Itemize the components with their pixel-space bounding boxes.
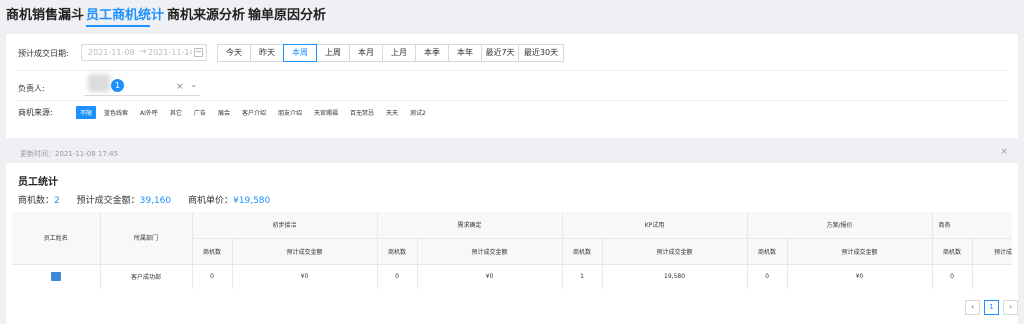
tab-employee-stats[interactable]: 员工商机统计 — [86, 4, 164, 23]
summary-row: 商机数：2 预计成交金额：39,160 商机单价：¥19,580 — [18, 193, 284, 206]
period-this-month-button[interactable]: 本月 — [349, 44, 383, 62]
sub-header: 预计成交金额 — [972, 238, 1012, 265]
tab-source-analysis[interactable]: 商机来源分析 — [167, 4, 245, 23]
source-option[interactable]: 百无禁忌 — [346, 106, 378, 119]
date-range-picker[interactable]: 2021-11-08 → 2021-11-14 — [81, 44, 207, 61]
sub-header: 商机数 — [562, 238, 603, 265]
period-today-button[interactable]: 今天 — [217, 44, 251, 62]
group-header: 需求确定 — [377, 212, 563, 239]
table-cell — [972, 264, 1012, 289]
sub-header: 商机数 — [932, 238, 973, 265]
summary-opportunity-count: 商机数：2 — [18, 196, 60, 206]
stats-table: 员工姓名 所属部门 初步接洽 需求确定 KP试用 方案/报价 商务 商机数 预计… — [12, 212, 1012, 289]
source-option[interactable]: AI外呼 — [136, 106, 162, 119]
period-this-week-button[interactable]: 本周 — [283, 44, 317, 62]
summary-unit-price: 商机单价：¥19,580 — [188, 196, 271, 206]
col-header-department: 所属部门 — [100, 212, 193, 265]
chevron-down-icon[interactable]: ⌄ — [190, 80, 198, 90]
source-option[interactable]: 其它 — [166, 106, 186, 119]
owner-select[interactable]: 1 × ⌄ — [84, 74, 200, 96]
table-cell: 19,580 — [602, 264, 748, 289]
page-1-button[interactable]: 1 — [984, 300, 999, 315]
employee-cell — [12, 264, 101, 289]
table-cell: 0 — [377, 264, 418, 289]
tab-bar: 商机销售漏斗 员工商机统计 商机来源分析 输单原因分析 — [0, 0, 1024, 34]
table-row: 客户成功部 0 ¥0 0 ¥0 1 19,580 0 ¥0 0 — [12, 264, 1012, 289]
col-header-employee: 员工姓名 — [12, 212, 101, 265]
clear-icon[interactable]: × — [176, 82, 184, 92]
table-cell: ¥0 — [232, 264, 378, 289]
source-label: 商机来源: — [18, 108, 53, 117]
period-last-month-button[interactable]: 上月 — [382, 44, 416, 62]
period-button-group: 今天 昨天 本周 上周 本月 上月 本季 本年 最近7天 最近30天 — [217, 44, 564, 62]
next-page-button[interactable]: › — [1003, 300, 1018, 315]
sub-header: 预计成交金额 — [602, 238, 748, 265]
sub-header: 预计成交金额 — [787, 238, 933, 265]
divider — [16, 100, 1008, 101]
source-options: 不限 蓝色线索 AI外呼 其它 广告 展会 客户介绍 朋友介绍 天官赐福 百无禁… — [76, 106, 434, 119]
sub-header: 商机数 — [192, 238, 233, 265]
period-yesterday-button[interactable]: 昨天 — [250, 44, 284, 62]
divider — [16, 70, 1008, 71]
date-label: 预计成交日期: — [18, 49, 69, 58]
department-cell: 客户成功部 — [100, 264, 193, 289]
source-option[interactable]: 测试2 — [406, 106, 430, 119]
sub-header: 预计成交金额 — [232, 238, 378, 265]
source-option[interactable]: 朋友介绍 — [274, 106, 306, 119]
summary-expected-amount: 预计成交金额：39,160 — [76, 196, 172, 206]
source-option-all[interactable]: 不限 — [76, 106, 97, 119]
sub-header: 商机数 — [747, 238, 788, 265]
calendar-icon — [194, 48, 203, 57]
sub-header: 商机数 — [377, 238, 418, 265]
group-header: 方案/报价 — [747, 212, 933, 239]
tab-loss-reason[interactable]: 输单原因分析 — [248, 4, 326, 23]
source-option[interactable]: 客户介绍 — [238, 106, 270, 119]
table-cell: 0 — [192, 264, 233, 289]
owner-label: 负责人: — [18, 84, 45, 93]
group-header: 商务 — [932, 212, 1012, 239]
filter-panel: 预计成交日期: 2021-11-08 → 2021-11-14 今天 昨天 本周… — [6, 34, 1018, 138]
owner-avatar — [88, 74, 110, 92]
group-header: 初步接洽 — [192, 212, 378, 239]
period-last-30-days-button[interactable]: 最近30天 — [518, 44, 564, 62]
sub-header: 预计成交金额 — [417, 238, 563, 265]
source-option[interactable]: 天官赐福 — [310, 106, 342, 119]
period-last-7-days-button[interactable]: 最近7天 — [481, 44, 519, 62]
source-option[interactable]: 展会 — [214, 106, 234, 119]
period-this-year-button[interactable]: 本年 — [448, 44, 482, 62]
update-info-bar: 更新时间：2021-11-08 17:45 × — [6, 146, 1018, 161]
active-tab-indicator — [86, 25, 150, 27]
table-cell: 0 — [747, 264, 788, 289]
source-option[interactable]: 天天 — [382, 106, 402, 119]
prev-page-button[interactable]: ‹ — [965, 300, 980, 315]
arrow-right-icon: → — [139, 47, 147, 57]
group-header: KP试用 — [562, 212, 748, 239]
table-cell: ¥0 — [787, 264, 933, 289]
employee-stats-card: 员工统计 商机数：2 预计成交金额：39,160 商机单价：¥19,580 员工… — [6, 163, 1018, 324]
date-start: 2021-11-08 — [88, 48, 135, 57]
source-option[interactable]: 广告 — [190, 106, 210, 119]
section-title: 员工统计 — [18, 177, 58, 188]
source-option[interactable]: 蓝色线索 — [100, 106, 132, 119]
stats-table-scroll[interactable]: 员工姓名 所属部门 初步接洽 需求确定 KP试用 方案/报价 商务 商机数 预计… — [12, 212, 1012, 289]
date-end: 2021-11-14 — [148, 48, 192, 57]
tab-sales-funnel[interactable]: 商机销售漏斗 — [6, 4, 84, 23]
period-last-week-button[interactable]: 上周 — [316, 44, 350, 62]
table-cell: 1 — [562, 264, 603, 289]
pagination: ‹ 1 › — [961, 300, 1018, 315]
table-cell: 0 — [932, 264, 973, 289]
employee-avatar — [50, 272, 61, 281]
close-icon[interactable]: × — [1000, 147, 1008, 157]
table-cell: ¥0 — [417, 264, 563, 289]
period-this-quarter-button[interactable]: 本季 — [415, 44, 449, 62]
update-time-text: 更新时间：2021-11-08 17:45 — [20, 150, 119, 158]
owner-count-badge: 1 — [111, 79, 124, 92]
